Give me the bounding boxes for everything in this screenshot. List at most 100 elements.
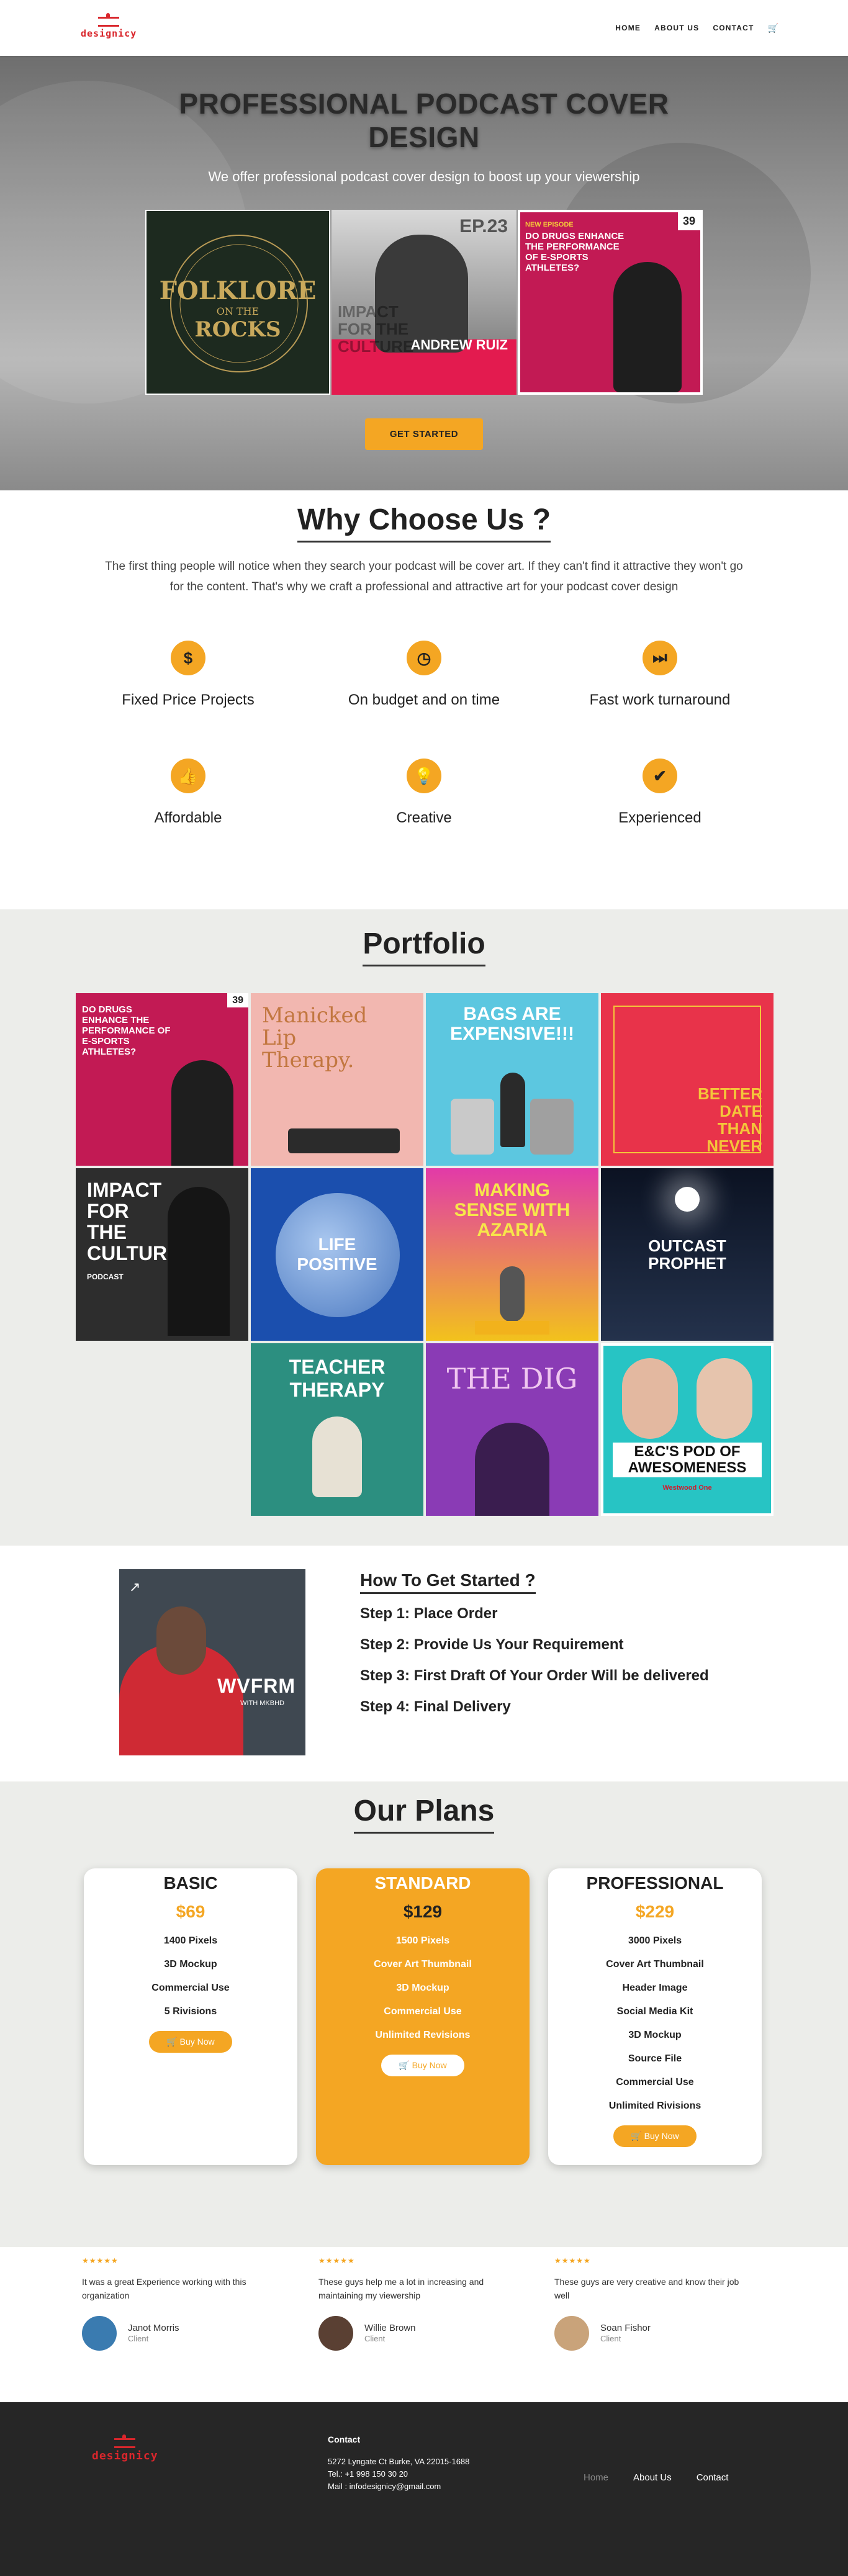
pedestal-shape	[475, 1321, 549, 1335]
suitcase-shape	[530, 1099, 574, 1155]
portfolio-item[interactable]: MAKING SENSE WITH AZARIA	[426, 1168, 598, 1341]
plan-name: BASIC	[163, 1873, 218, 1893]
cover-text: EP.23	[459, 216, 508, 236]
cover-esports: NEW EPISODE DO DRUGS ENHANCE THE PERFORM…	[518, 210, 703, 395]
step-item: Step 2: Provide Us Your Requirement	[360, 1636, 624, 1653]
plan-feature: Source File	[628, 2053, 682, 2064]
portfolio-item[interactable]: LIFE POSITIVE	[251, 1168, 423, 1341]
portfolio-item[interactable]: OUTCAST PROPHET	[601, 1168, 774, 1341]
portfolio-item[interactable]: DO DRUGS ENHANCE THE PERFORMANCE OF E-SP…	[76, 993, 248, 1166]
site-logo[interactable]: designicy	[81, 13, 137, 39]
testimonial-text: These guys are very creative and know th…	[554, 2277, 739, 2300]
why-choose-us-section: Why Choose Us ? The first thing people w…	[0, 490, 848, 827]
footer-nav-home[interactable]: Home	[584, 2472, 608, 2483]
features-grid: $ Fixed Price Projects ◷ On budget and on …	[0, 641, 848, 827]
plan-card-standard: STANDARD $129 1500 Pixels Cover Art Thum…	[316, 1868, 530, 2165]
person-figure	[500, 1073, 525, 1147]
inbox-icon: ✔	[643, 759, 677, 793]
cover-text: ROCKS	[194, 317, 281, 342]
main-nav: HOME ABOUT US CONTACT 🛒	[615, 23, 778, 34]
suitcase-shape	[451, 1099, 494, 1155]
contact-address: 5272 Lyngate Ct Burke, VA 22015-1688	[328, 2457, 470, 2466]
plan-feature: Commercial Use	[616, 2077, 694, 2087]
portfolio-item[interactable]: E&C'S POD OF AWESOMENESS Westwood One	[601, 1343, 774, 1516]
plan-feature: 1400 Pixels	[163, 1935, 218, 1946]
tile-text: LIFE POSITIVE	[297, 1235, 377, 1274]
feature-label: On budget and on time	[348, 691, 500, 708]
author-name: Willie Brown	[364, 2323, 416, 2333]
logo-wordmark: designicy	[81, 28, 137, 39]
plan-feature: Commercial Use	[384, 2006, 462, 2017]
star-rating: ★★★★★	[318, 2256, 355, 2265]
portfolio-spacer	[76, 1343, 248, 1516]
dollar-icon: $	[171, 641, 205, 675]
hero-covers: FOLKLORE ON THE ROCKS EP.23 ANDREW RUIZ …	[0, 210, 848, 395]
footer-nav: Home About Us Contact	[584, 2472, 728, 2483]
portfolio-item[interactable]: THE DIG	[426, 1343, 598, 1516]
plan-price: $129	[403, 1902, 443, 1921]
author-name: Soan Fishor	[600, 2323, 651, 2333]
plans-title: Our Plans	[353, 1794, 495, 1834]
tile-text: OUTCAST PROPHET	[648, 1236, 726, 1272]
episode-number: 39	[227, 993, 248, 1007]
plan-feature: 3D Mockup	[628, 2030, 682, 2040]
footer-logo[interactable]: designicy	[92, 2434, 158, 2462]
tile-subtext: PODCAST	[87, 1272, 124, 1281]
contact-title: Contact	[328, 2434, 361, 2444]
tile-text: DO DRUGS ENHANCE THE PERFORMANCE OF E-SP…	[82, 1004, 171, 1057]
plan-feature: Commercial Use	[151, 1983, 230, 1993]
tile-text: TEACHER THERAPY	[289, 1356, 386, 1401]
cover-text: FOLKLORE	[159, 276, 317, 305]
testimonial-text: It was a great Experience working with t…	[82, 2277, 246, 2300]
plan-name: PROFESSIONAL	[586, 1873, 724, 1893]
step-item: Step 4: Final Delivery	[360, 1698, 511, 1715]
step-item: Step 1: Place Order	[360, 1605, 498, 1622]
feature-item: ⏭ Fast work turnaround	[542, 641, 778, 709]
cover-text: IMPACT FOR THE CULTURE	[338, 302, 414, 356]
portfolio-item[interactable]: IMPACT FOR THE CULTURE PODCAST	[76, 1168, 248, 1341]
plan-feature: Cover Art Thumbnail	[606, 1959, 704, 1970]
how-to-start-section: WVFRM WITH MKBHD ↗ How To Get Started ? …	[0, 1546, 848, 1781]
plan-feature: 3D Mockup	[396, 1983, 449, 1993]
light-shape	[675, 1187, 700, 1212]
step-item: Step 3: First Draft Of Your Order Will b…	[360, 1667, 709, 1684]
cover-text: ON THE	[216, 305, 259, 317]
buy-now-button[interactable]: 🛒 Buy Now	[381, 2055, 464, 2076]
plan-card-basic: BASIC $69 1400 Pixels 3D Mockup Commerci…	[84, 1868, 297, 2165]
cart-icon: 🛒	[631, 2131, 644, 2141]
tile-text: THE DIG	[446, 1362, 578, 1395]
plan-feature: Cover Art Thumbnail	[374, 1959, 472, 1970]
cart-icon[interactable]: 🛒	[768, 23, 778, 34]
avatar	[554, 2316, 589, 2351]
footer-nav-contact[interactable]: Contact	[697, 2472, 729, 2483]
plan-feature: 3D Mockup	[164, 1959, 217, 1970]
plan-price: $229	[635, 1902, 675, 1921]
portfolio-section: Portfolio DO DRUGS ENHANCE THE PERFORMAN…	[0, 909, 848, 1546]
buy-now-button[interactable]: 🛒 Buy Now	[149, 2031, 232, 2053]
testimonial-author: Soan Fishor Client	[554, 2316, 741, 2351]
buy-now-button[interactable]: 🛒 Buy Now	[613, 2125, 697, 2147]
portfolio-item[interactable]: BAGS ARE EXPENSIVE!!!	[426, 993, 598, 1166]
testimonial: ★★★★★ These guys help me a lot in increa…	[318, 2256, 505, 2351]
nav-home[interactable]: HOME	[615, 24, 641, 32]
plan-feature: 5 Rivisions	[164, 2006, 217, 2017]
portfolio-item[interactable]: Manicked Lip Therapy.	[251, 993, 423, 1166]
nav-about-us[interactable]: ABOUT US	[654, 24, 699, 32]
star-rating: ★★★★★	[554, 2256, 591, 2265]
page: designicy HOME ABOUT US CONTACT 🛒 PROFES…	[0, 0, 848, 2576]
get-started-button[interactable]: GET STARTED	[364, 418, 484, 450]
feature-label: Experienced	[618, 809, 701, 826]
tile-text: IMPACT FOR THE CULTURE	[87, 1179, 181, 1264]
art-title: WVFRM	[217, 1675, 295, 1697]
plan-feature: Unlimited Rivisions	[608, 2101, 701, 2111]
portrait-figure	[613, 262, 682, 392]
feature-label: Creative	[396, 809, 452, 826]
portfolio-item[interactable]: TEACHER THERAPY	[251, 1343, 423, 1516]
person-figure	[168, 1187, 230, 1336]
portfolio-item[interactable]: BETTER DATE THAN NEVER	[601, 993, 774, 1166]
buy-label: Buy Now	[644, 2131, 679, 2141]
footer-nav-about-us[interactable]: About Us	[633, 2472, 672, 2483]
nav-contact[interactable]: CONTACT	[713, 24, 754, 32]
tile-subtext: Westwood One	[662, 1484, 712, 1492]
site-footer: designicy Contact 5272 Lyngate Ct Burke,…	[0, 2402, 848, 2576]
